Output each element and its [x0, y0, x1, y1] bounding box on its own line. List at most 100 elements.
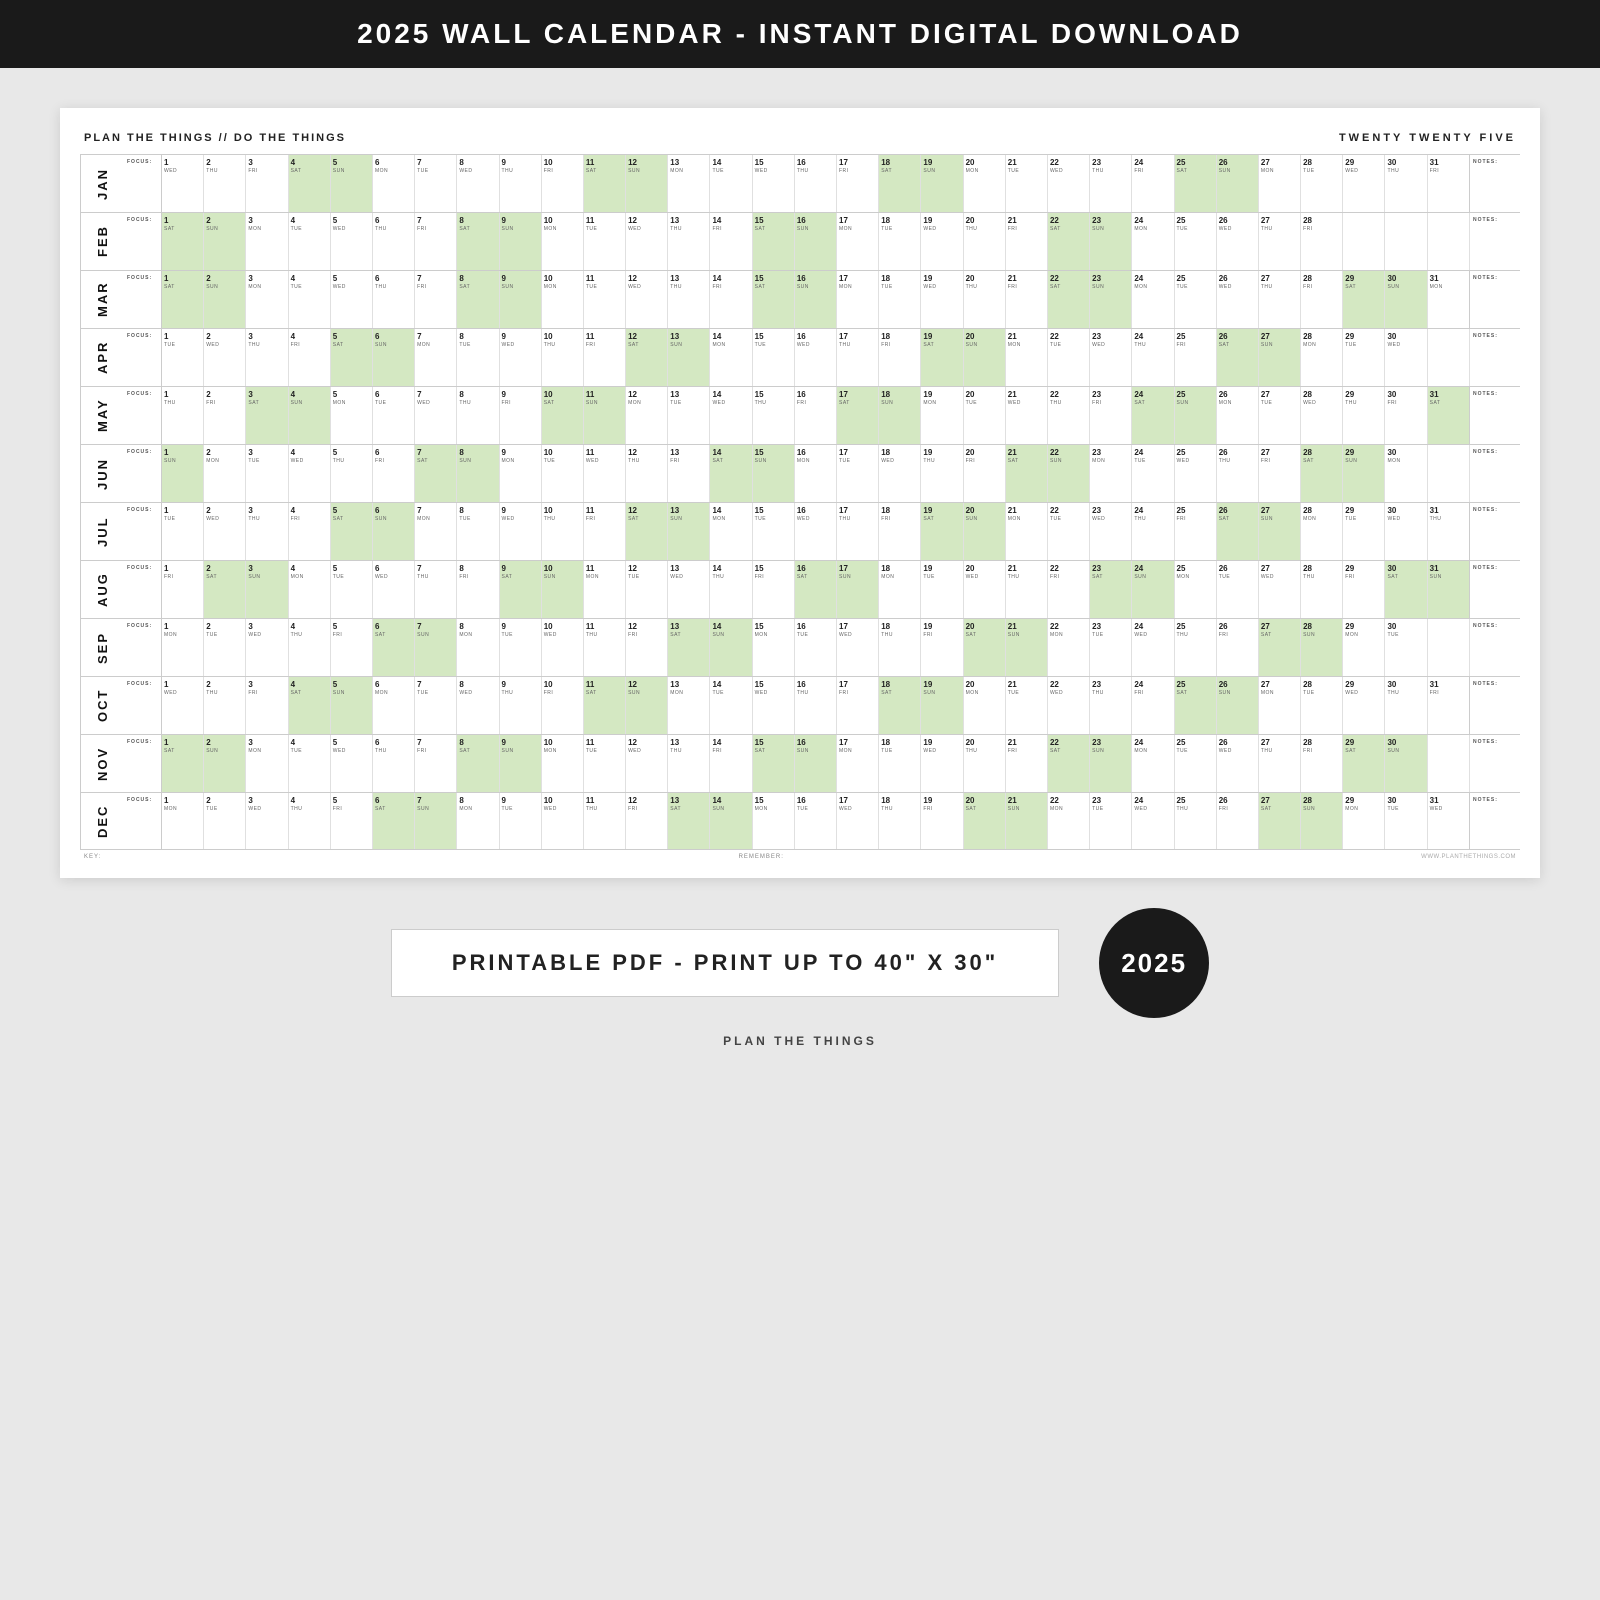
day-cell: 14WED	[710, 387, 752, 444]
day-cell: 18THU	[879, 793, 921, 849]
day-cell: 23FRI	[1090, 387, 1132, 444]
month-label-may: MAY	[80, 387, 124, 444]
day-cell: 23SAT	[1090, 561, 1132, 618]
day-cell: 18FRI	[879, 329, 921, 386]
day-cell: 21FRI	[1006, 271, 1048, 328]
day-cell: 6SAT	[373, 793, 415, 849]
day-cell: 1SAT	[162, 213, 204, 270]
day-cell: 22WED	[1048, 677, 1090, 734]
day-cell: 19WED	[921, 213, 963, 270]
day-cell: 29MON	[1343, 793, 1385, 849]
day-cell: 29FRI	[1343, 561, 1385, 618]
month-row-apr: APRFOCUS:1TUE2WED3THU4FRI5SAT6SUN7MON8TU…	[80, 328, 1520, 386]
day-cell: 7SUN	[415, 619, 457, 676]
day-cell: 30THU	[1385, 677, 1427, 734]
day-cell: 24THU	[1132, 329, 1174, 386]
day-cell: 14FRI	[710, 271, 752, 328]
day-cell: 27WED	[1259, 561, 1301, 618]
days-area-oct: 1WED2THU3FRI4SAT5SUN6MON7TUE8WED9THU10FR…	[162, 677, 1470, 734]
day-cell: 21FRI	[1006, 213, 1048, 270]
day-cell: 2FRI	[204, 387, 246, 444]
day-cell: 15MON	[753, 619, 795, 676]
day-cell: 21MON	[1006, 329, 1048, 386]
day-cell: 16THU	[795, 155, 837, 212]
day-cell: 17WED	[837, 793, 879, 849]
day-cell: 1SUN	[162, 445, 204, 502]
day-cell: 7TUE	[415, 155, 457, 212]
day-cell: 18SUN	[879, 387, 921, 444]
day-cell: 19SAT	[921, 329, 963, 386]
focus-cell: FOCUS:	[124, 503, 162, 560]
day-cell: 21SAT	[1006, 445, 1048, 502]
month-row-feb: FEBFOCUS:1SAT2SUN3MON4TUE5WED6THU7FRI8SA…	[80, 212, 1520, 270]
day-cell: 6SUN	[373, 329, 415, 386]
day-cell	[1428, 619, 1470, 676]
day-cell: 21TUE	[1006, 155, 1048, 212]
day-cell: 13MON	[668, 155, 710, 212]
day-cell: 13TUE	[668, 387, 710, 444]
day-cell: 20FRI	[964, 445, 1006, 502]
month-row-jun: JUNFOCUS:1SUN2MON3TUE4WED5THU6FRI7SAT8SU…	[80, 444, 1520, 502]
day-cell: 30TUE	[1385, 619, 1427, 676]
day-cell: 1WED	[162, 677, 204, 734]
day-cell: 27FRI	[1259, 445, 1301, 502]
day-cell: 12SAT	[626, 329, 668, 386]
day-cell: 19SUN	[921, 677, 963, 734]
day-cell: 11SAT	[584, 677, 626, 734]
day-cell: 19WED	[921, 735, 963, 792]
focus-cell: FOCUS:	[124, 619, 162, 676]
day-cell: 15TUE	[753, 503, 795, 560]
day-cell: 5FRI	[331, 793, 373, 849]
day-cell: 25MON	[1175, 561, 1217, 618]
day-cell: 12SAT	[626, 503, 668, 560]
focus-cell: FOCUS:	[124, 793, 162, 849]
month-label-nov: NOV	[80, 735, 124, 792]
day-cell: 14FRI	[710, 213, 752, 270]
footer-url: WWW.PLANTHETHINGS.COM	[1421, 854, 1516, 860]
day-cell: 7SUN	[415, 793, 457, 849]
day-cell: 13SAT	[668, 619, 710, 676]
day-cell: 10WED	[542, 619, 584, 676]
notes-cell: NOTES:	[1470, 561, 1520, 618]
day-cell: 26SAT	[1217, 329, 1259, 386]
day-cell: 23TUE	[1090, 619, 1132, 676]
month-row-nov: NOVFOCUS:1SAT2SUN3MON4TUE5WED6THU7FRI8SA…	[80, 734, 1520, 792]
focus-cell: FOCUS:	[124, 445, 162, 502]
focus-cell: FOCUS:	[124, 677, 162, 734]
day-cell: 15SAT	[753, 213, 795, 270]
day-cell: 20TUE	[964, 387, 1006, 444]
notes-cell: NOTES:	[1470, 387, 1520, 444]
day-cell: 11WED	[584, 445, 626, 502]
day-cell: 11MON	[584, 561, 626, 618]
day-cell: 28TUE	[1301, 155, 1343, 212]
day-cell: 30SAT	[1385, 561, 1427, 618]
day-cell: 7TUE	[415, 677, 457, 734]
day-cell: 21THU	[1006, 561, 1048, 618]
day-cell: 8WED	[457, 677, 499, 734]
day-cell: 25THU	[1175, 619, 1217, 676]
day-cell: 21SUN	[1006, 793, 1048, 849]
day-cell: 17MON	[837, 271, 879, 328]
notes-cell: NOTES:	[1470, 619, 1520, 676]
day-cell: 5THU	[331, 445, 373, 502]
day-cell: 12WED	[626, 213, 668, 270]
day-cell: 12FRI	[626, 793, 668, 849]
day-cell: 16THU	[795, 677, 837, 734]
day-cell: 9WED	[500, 329, 542, 386]
day-cell: 11TUE	[584, 213, 626, 270]
day-cell: 5SUN	[331, 155, 373, 212]
day-cell: 15SAT	[753, 271, 795, 328]
day-cell: 20THU	[964, 271, 1006, 328]
footer-remember: REMEMBER:	[739, 854, 784, 860]
day-cell: 26SUN	[1217, 677, 1259, 734]
day-cell: 30SUN	[1385, 735, 1427, 792]
day-cell: 25TUE	[1175, 213, 1217, 270]
day-cell: 26SUN	[1217, 155, 1259, 212]
day-cell: 22TUE	[1048, 503, 1090, 560]
day-cell: 20SUN	[964, 329, 1006, 386]
focus-cell: FOCUS:	[124, 387, 162, 444]
day-cell: 30SUN	[1385, 271, 1427, 328]
day-cell: 2TUE	[204, 619, 246, 676]
focus-cell: FOCUS:	[124, 213, 162, 270]
month-label-oct: OCT	[80, 677, 124, 734]
